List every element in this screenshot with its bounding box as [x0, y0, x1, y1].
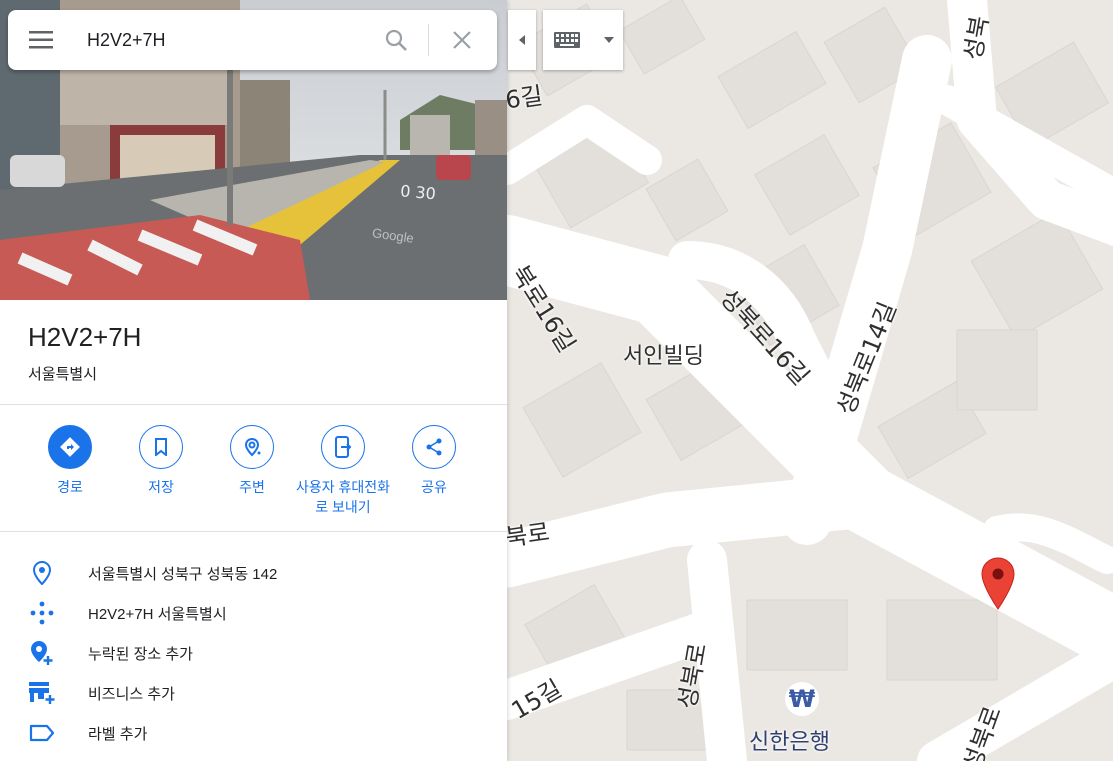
keyboard-icon: [554, 32, 580, 48]
search-icon: [385, 29, 407, 51]
add-business-text: 비즈니스 추가: [88, 686, 175, 703]
plus-code-icon: [28, 600, 56, 626]
address-text: 서울특별시 성북구 성북동 142: [88, 566, 278, 583]
directions-icon: [48, 425, 92, 469]
label-icon: [28, 720, 56, 746]
bank-poi[interactable]: ₩ 신한은행: [747, 682, 857, 761]
add-missing-place-row[interactable]: 누락된 장소 추가: [0, 632, 507, 672]
map-label-road-bukro: 북로: [507, 518, 552, 552]
collapse-panel-button[interactable]: [508, 10, 536, 70]
chevron-down-icon: [604, 37, 614, 43]
plus-code-text: H2V2+7H 서울특별시: [88, 606, 227, 623]
add-label-row[interactable]: 라벨 추가: [0, 712, 507, 752]
add-place-icon: [28, 640, 56, 666]
add-missing-place-text: 누락된 장소 추가: [88, 646, 193, 663]
nearby-icon: [230, 425, 274, 469]
divider: [0, 404, 507, 405]
keyboard-button[interactable]: [543, 10, 591, 70]
bookmark-icon: [139, 425, 183, 469]
bank-icon: ₩: [785, 682, 819, 716]
add-business-icon: [28, 680, 56, 706]
input-tools-button[interactable]: [543, 10, 623, 70]
map-label-building-seoin: 서인빌딩: [623, 344, 704, 369]
caret-left-icon: [519, 35, 525, 45]
place-subtitle: 서울특별시: [28, 366, 98, 383]
location-pin-icon: [28, 560, 56, 586]
map-label-bank-shinhan: 신한은행: [749, 730, 830, 755]
input-tools-dropdown[interactable]: [595, 10, 623, 70]
menu-button[interactable]: [24, 26, 58, 54]
add-business-row[interactable]: 비즈니스 추가: [0, 672, 507, 712]
svg-text:0 30: 0 30: [399, 181, 436, 203]
place-title: H2V2+7H: [28, 322, 142, 352]
share-icon: [412, 425, 456, 469]
share-button[interactable]: 공유: [379, 425, 489, 497]
divider: [0, 531, 507, 532]
address-row[interactable]: 서울특별시 성북구 성북동 142: [0, 552, 507, 592]
location-pin-marker[interactable]: [981, 557, 1015, 611]
plus-code-row[interactable]: H2V2+7H 서울특별시: [0, 592, 507, 632]
add-label-text: 라벨 추가: [88, 726, 148, 743]
search-divider: [428, 24, 429, 56]
search-input[interactable]: H2V2+7H: [87, 30, 166, 51]
place-panel: 0 30 Google H2V2+7H H2V2+7H 서울특별시 경로 저장 …: [0, 0, 507, 761]
clear-search-button[interactable]: [446, 24, 478, 56]
map-canvas[interactable]: 6길 북로16길 성북로16길 성북로14길 서인빌딩 북로 15길 성북로 성…: [507, 0, 1113, 761]
search-button[interactable]: [380, 24, 412, 56]
send-to-phone-icon: [321, 425, 365, 469]
send-to-phone-label: 사용자 휴대전화로 보내기: [295, 479, 391, 515]
share-label: 공유: [421, 479, 447, 495]
map-label-road-16gil-top: 6길: [507, 81, 545, 115]
search-box[interactable]: H2V2+7H: [8, 10, 497, 70]
map-roads: [507, 0, 1113, 761]
close-icon: [453, 31, 471, 49]
menu-icon: [29, 31, 53, 49]
